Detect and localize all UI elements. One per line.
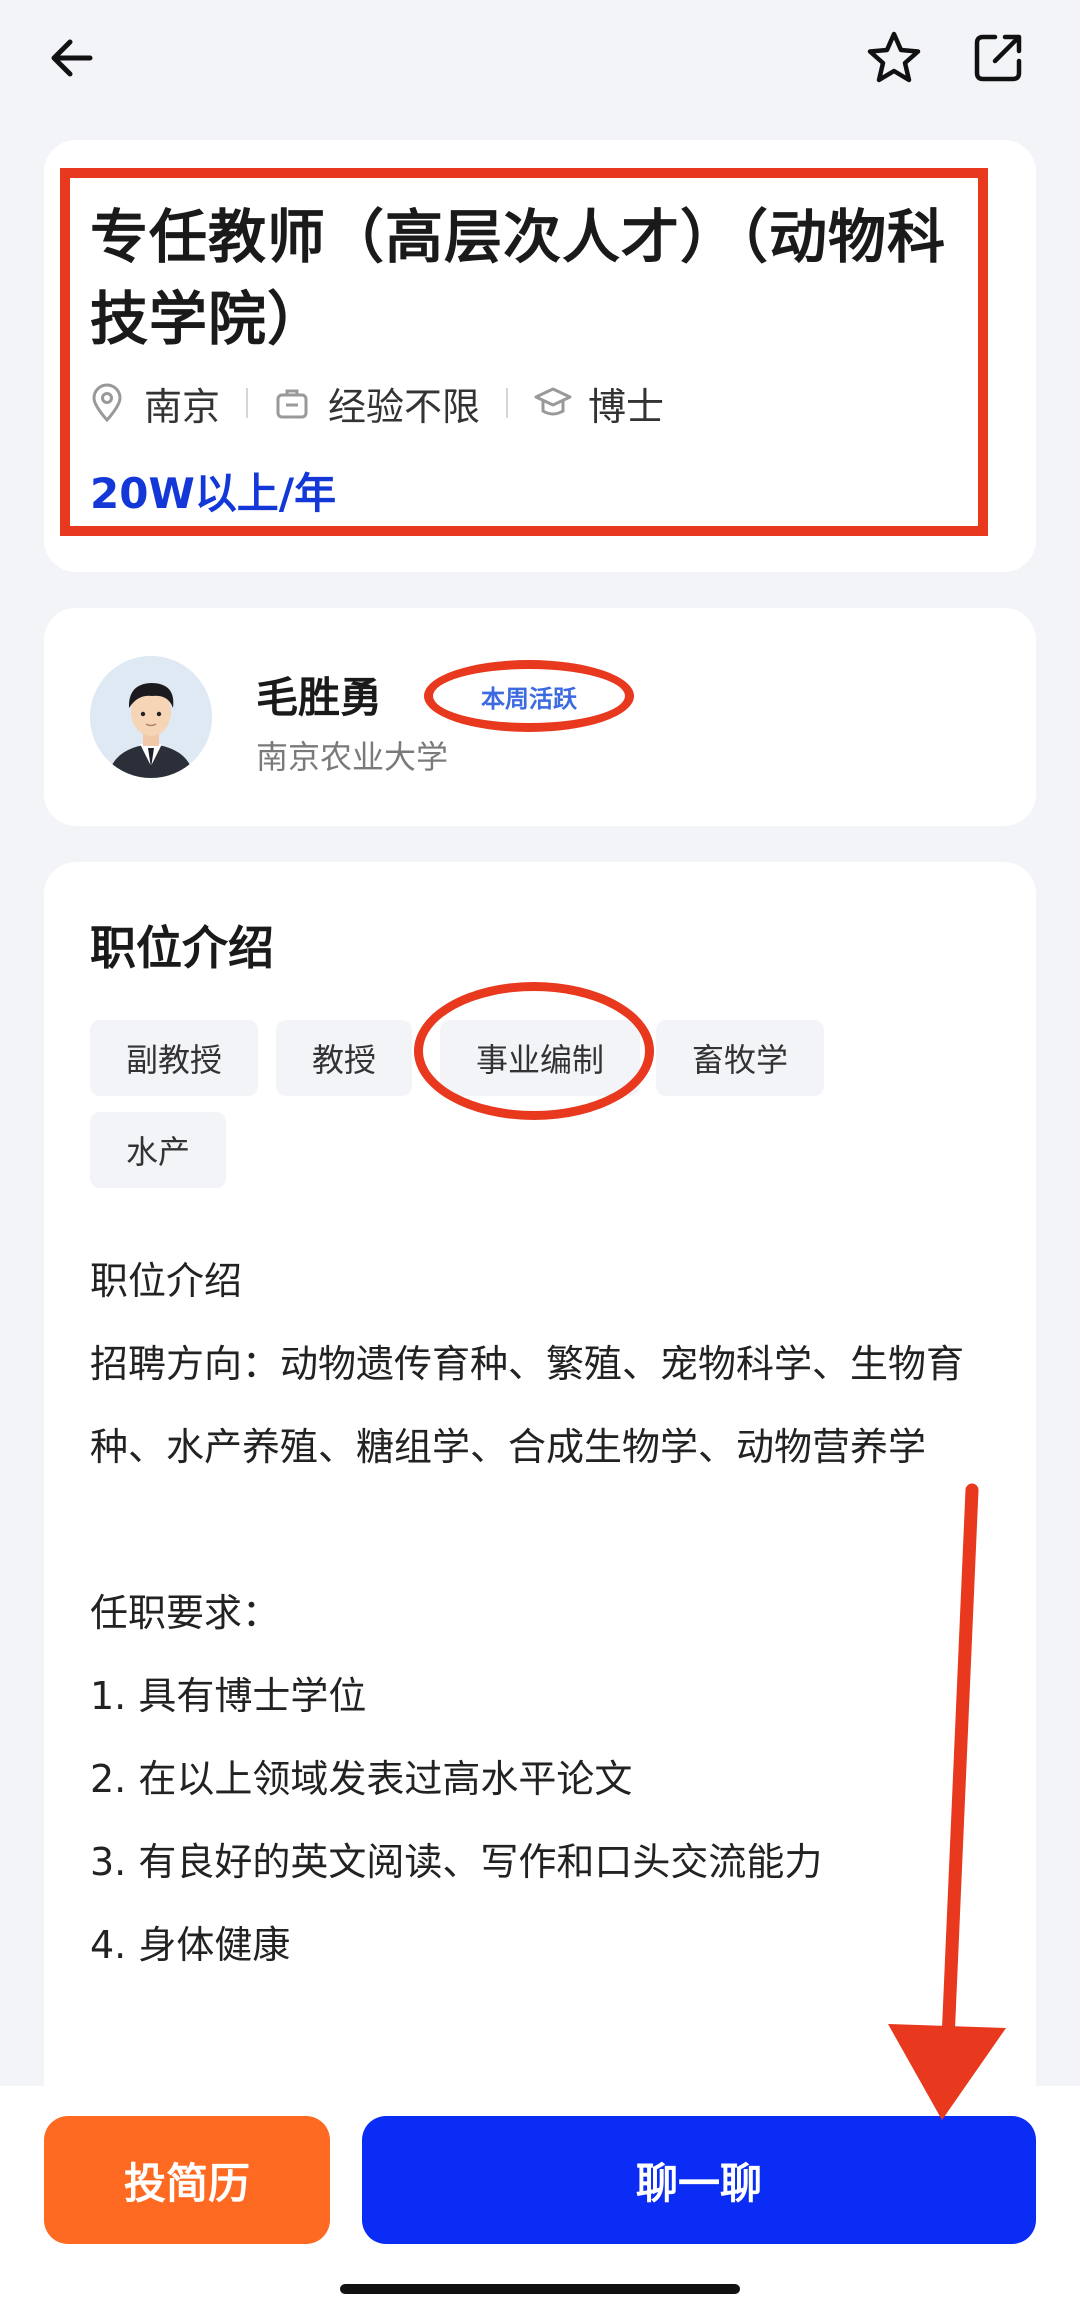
back-button[interactable] (36, 22, 108, 94)
bottom-action-bar: 投简历 聊一聊 (0, 2086, 1080, 2310)
graduation-cap-icon (534, 383, 574, 423)
tag-item: 教授 (276, 1020, 413, 1096)
job-summary-card: 专任教师（高层次人才）（动物科技学院） 南京 经验不限 博士 20W以上/年 (44, 140, 1036, 572)
tag-item: 水产 (90, 1112, 227, 1188)
job-salary: 20W以上/年 (90, 469, 337, 518)
recruiter-card[interactable]: 毛胜勇 本周活跃 南京农业大学 (44, 608, 1036, 826)
arrow-left-icon (51, 39, 93, 77)
location-pin-icon (90, 383, 130, 423)
favorite-button[interactable] (858, 22, 930, 94)
meta-divider (506, 388, 509, 418)
job-description-text: 职位介绍 招聘方向：动物遗传育种、繁殖、宠物科学、生物育种、水产养殖、糖组学、合… (90, 1259, 965, 1967)
meta-divider (246, 388, 249, 418)
chat-button[interactable]: 聊一聊 (362, 2116, 1036, 2244)
active-status-badge: 本周活跃 (424, 660, 634, 732)
active-status-label: 本周活跃 (481, 684, 577, 713)
avatar[interactable] (90, 656, 212, 778)
job-location: 南京 (144, 384, 221, 429)
section-title: 职位介绍 (90, 921, 274, 975)
tag-item: 畜牧学 (656, 1020, 825, 1096)
tag-item: 副教授 (90, 1020, 259, 1096)
job-experience: 经验不限 (328, 384, 481, 429)
top-nav-bar (0, 0, 1080, 120)
star-outline-icon (867, 31, 921, 83)
share-external-icon (974, 34, 1022, 82)
recruiter-organization: 南京农业大学 (256, 738, 449, 776)
share-button[interactable] (962, 22, 1034, 94)
submit-resume-button[interactable]: 投简历 (44, 2116, 330, 2244)
briefcase-icon (274, 383, 314, 423)
annotation-circle (414, 982, 654, 1120)
job-meta-row: 南京 经验不限 博士 (90, 378, 665, 429)
recruiter-name: 毛胜勇 (256, 673, 383, 722)
job-education: 博士 (588, 384, 665, 429)
job-title: 专任教师（高层次人才）（动物科技学院） (90, 203, 947, 353)
home-indicator (340, 2284, 740, 2294)
